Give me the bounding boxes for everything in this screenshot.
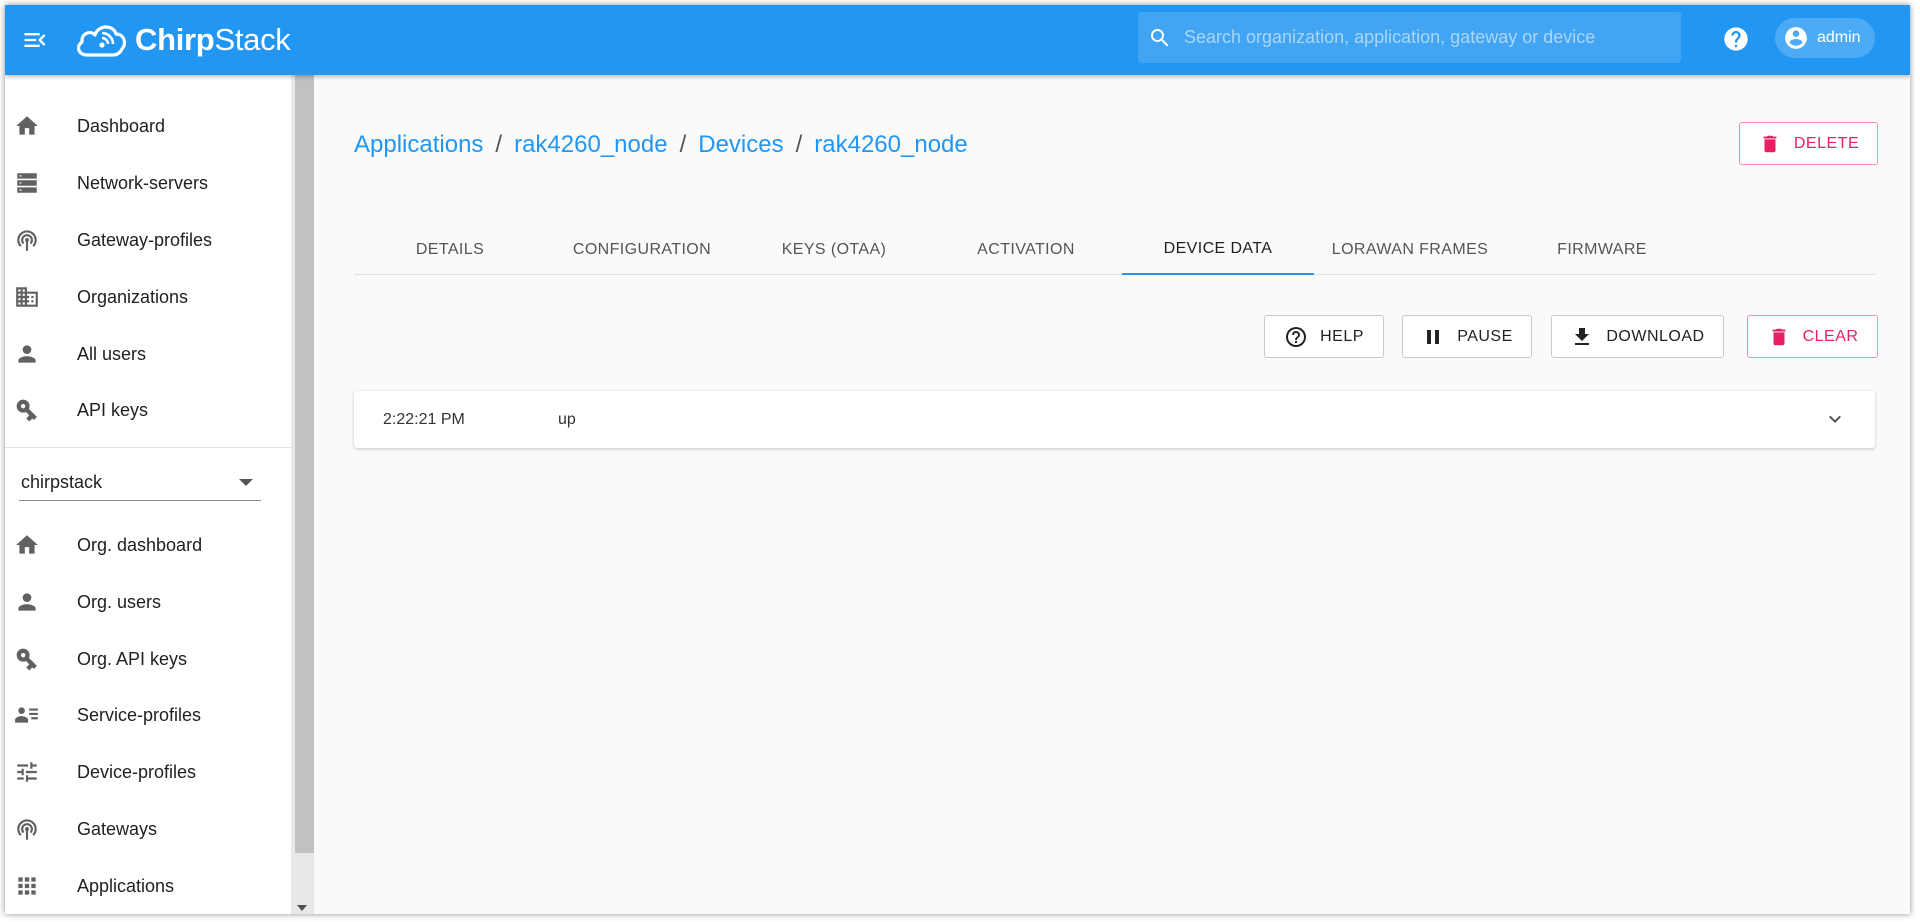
scrollbar-thumb[interactable] — [295, 75, 314, 853]
server-icon — [13, 169, 41, 197]
sidebar-item-label: Gateways — [77, 818, 158, 839]
search-input[interactable] — [1172, 27, 1681, 48]
caret-down-icon — [239, 479, 253, 486]
sidebar-item-org-dashboard[interactable]: Org. dashboard — [5, 517, 291, 573]
account-details-icon — [13, 701, 41, 729]
tab-firmware[interactable]: FIRMWARE — [1506, 225, 1698, 275]
clear-button[interactable]: CLEAR — [1747, 315, 1878, 358]
sidebar-item-api-keys[interactable]: API keys — [5, 382, 291, 438]
sidebar-item-label: Device-profiles — [77, 761, 197, 782]
search-box[interactable] — [1138, 12, 1681, 63]
sidebar-item-network-servers[interactable]: Network-servers — [5, 155, 291, 211]
breadcrumb-separator: / — [495, 131, 503, 158]
person-icon — [13, 588, 41, 616]
help-top-button[interactable] — [1720, 23, 1752, 55]
sidebar-item-dashboard[interactable]: Dashboard — [5, 98, 291, 154]
person-icon — [13, 340, 41, 368]
radio-tower-icon — [13, 815, 41, 843]
frame-time: 2:22:21 PM — [383, 410, 465, 428]
trash-icon — [1758, 132, 1782, 156]
radio-tower-icon — [13, 226, 41, 254]
user-menu-button[interactable]: admin — [1775, 18, 1875, 58]
breadcrumb-separator: / — [795, 131, 803, 158]
search-icon — [1151, 28, 1169, 46]
sidebar-item-org-api-keys[interactable]: Org. API keys — [5, 631, 291, 687]
app-window: ChirpStack admin Dashboard Network-serve… — [5, 5, 1910, 914]
tab-lorawan-frames[interactable]: LORAWAN FRAMES — [1314, 225, 1506, 275]
frame-type: up — [558, 410, 576, 428]
download-label: DOWNLOAD — [1606, 327, 1705, 345]
tab-device-data[interactable]: DEVICE DATA — [1122, 225, 1314, 275]
device-frame-row[interactable]: 2:22:21 PM up — [354, 391, 1875, 448]
help-button[interactable]: HELP — [1264, 315, 1384, 358]
sidebar-item-applications[interactable]: Applications — [5, 858, 291, 914]
sidebar-item-label: Org. users — [77, 591, 162, 612]
sidebar-item-gateways[interactable]: Gateways — [5, 801, 291, 857]
sidebar-item-label: Organizations — [77, 286, 189, 307]
breadcrumb-devices[interactable]: Devices — [698, 131, 783, 159]
breadcrumb-application[interactable]: rak4260_node — [514, 131, 667, 159]
sidebar-item-all-users[interactable]: All users — [5, 326, 291, 382]
help-label: HELP — [1320, 327, 1364, 345]
cloud-logo-icon — [76, 25, 127, 57]
tab-activation[interactable]: ACTIVATION — [930, 225, 1122, 275]
sidebar-item-label: Applications — [77, 875, 175, 896]
scroll-down-arrow-icon[interactable] — [297, 905, 307, 911]
organization-select[interactable]: chirpstack — [19, 465, 261, 501]
sidebar-item-label: All users — [77, 343, 147, 364]
help-circle-outline-icon — [1284, 325, 1308, 349]
device-tabs: DETAILS CONFIGURATION KEYS (OTAA) ACTIVA… — [354, 225, 1875, 275]
key-icon — [13, 396, 41, 424]
home-icon — [13, 531, 41, 559]
chirpstack-logo[interactable]: ChirpStack — [73, 15, 291, 65]
sidebar-item-label: Dashboard — [77, 115, 166, 136]
trash-icon — [1767, 325, 1791, 349]
sidebar-divider — [5, 447, 291, 448]
clear-label: CLEAR — [1802, 327, 1859, 345]
menu-open-icon — [24, 33, 46, 47]
sidebar-item-org-users[interactable]: Org. users — [5, 574, 291, 630]
tab-details[interactable]: DETAILS — [354, 225, 546, 275]
apps-grid-icon — [13, 872, 41, 900]
sidebar-item-organizations[interactable]: Organizations — [5, 269, 291, 325]
breadcrumb-applications[interactable]: Applications — [354, 131, 483, 159]
sidebar-item-service-profiles[interactable]: Service-profiles — [5, 687, 291, 743]
sidebar-item-gateway-profiles[interactable]: Gateway-profiles — [5, 212, 291, 268]
breadcrumb-device[interactable]: rak4260_node — [814, 131, 967, 159]
account-circle-icon — [1785, 27, 1807, 49]
organization-select-value: chirpstack — [21, 472, 103, 492]
main-content: Applications / rak4260_node / Devices / … — [314, 75, 1910, 914]
pause-icon — [1421, 325, 1445, 349]
building-icon — [13, 283, 41, 311]
delete-device-button[interactable]: DELETE — [1739, 122, 1878, 165]
sidebar-item-label: API keys — [77, 399, 149, 420]
delete-label: DELETE — [1793, 134, 1860, 152]
brand-name: ChirpStack — [135, 22, 291, 57]
menu-collapse-button[interactable] — [17, 22, 53, 58]
breadcrumb: Applications / rak4260_node / Devices / … — [354, 131, 968, 159]
help-circle-icon — [1724, 27, 1748, 51]
download-icon — [1570, 325, 1594, 349]
home-icon — [13, 112, 41, 140]
sidebar: Dashboard Network-servers Gateway-profil… — [5, 75, 314, 914]
breadcrumb-separator: / — [679, 131, 687, 158]
tab-configuration[interactable]: CONFIGURATION — [546, 225, 738, 275]
sidebar-item-label: Service-profiles — [77, 704, 202, 725]
download-button[interactable]: DOWNLOAD — [1551, 315, 1724, 358]
sidebar-item-label: Org. API keys — [77, 648, 188, 669]
pause-label: PAUSE — [1457, 327, 1513, 345]
user-name: admin — [1817, 29, 1861, 46]
sidebar-item-label: Network-servers — [77, 172, 209, 193]
sidebar-scrollbar[interactable] — [291, 75, 314, 914]
tab-keys-otaa[interactable]: KEYS (OTAA) — [738, 225, 930, 275]
sidebar-item-label: Gateway-profiles — [77, 229, 213, 250]
key-icon — [13, 645, 41, 673]
sidebar-item-device-profiles[interactable]: Device-profiles — [5, 744, 291, 800]
tune-icon — [13, 758, 41, 786]
app-bar: ChirpStack admin — [5, 5, 1910, 75]
chevron-down-icon[interactable] — [1823, 407, 1847, 431]
sidebar-item-label: Org. dashboard — [77, 534, 203, 555]
pause-button[interactable]: PAUSE — [1402, 315, 1532, 358]
